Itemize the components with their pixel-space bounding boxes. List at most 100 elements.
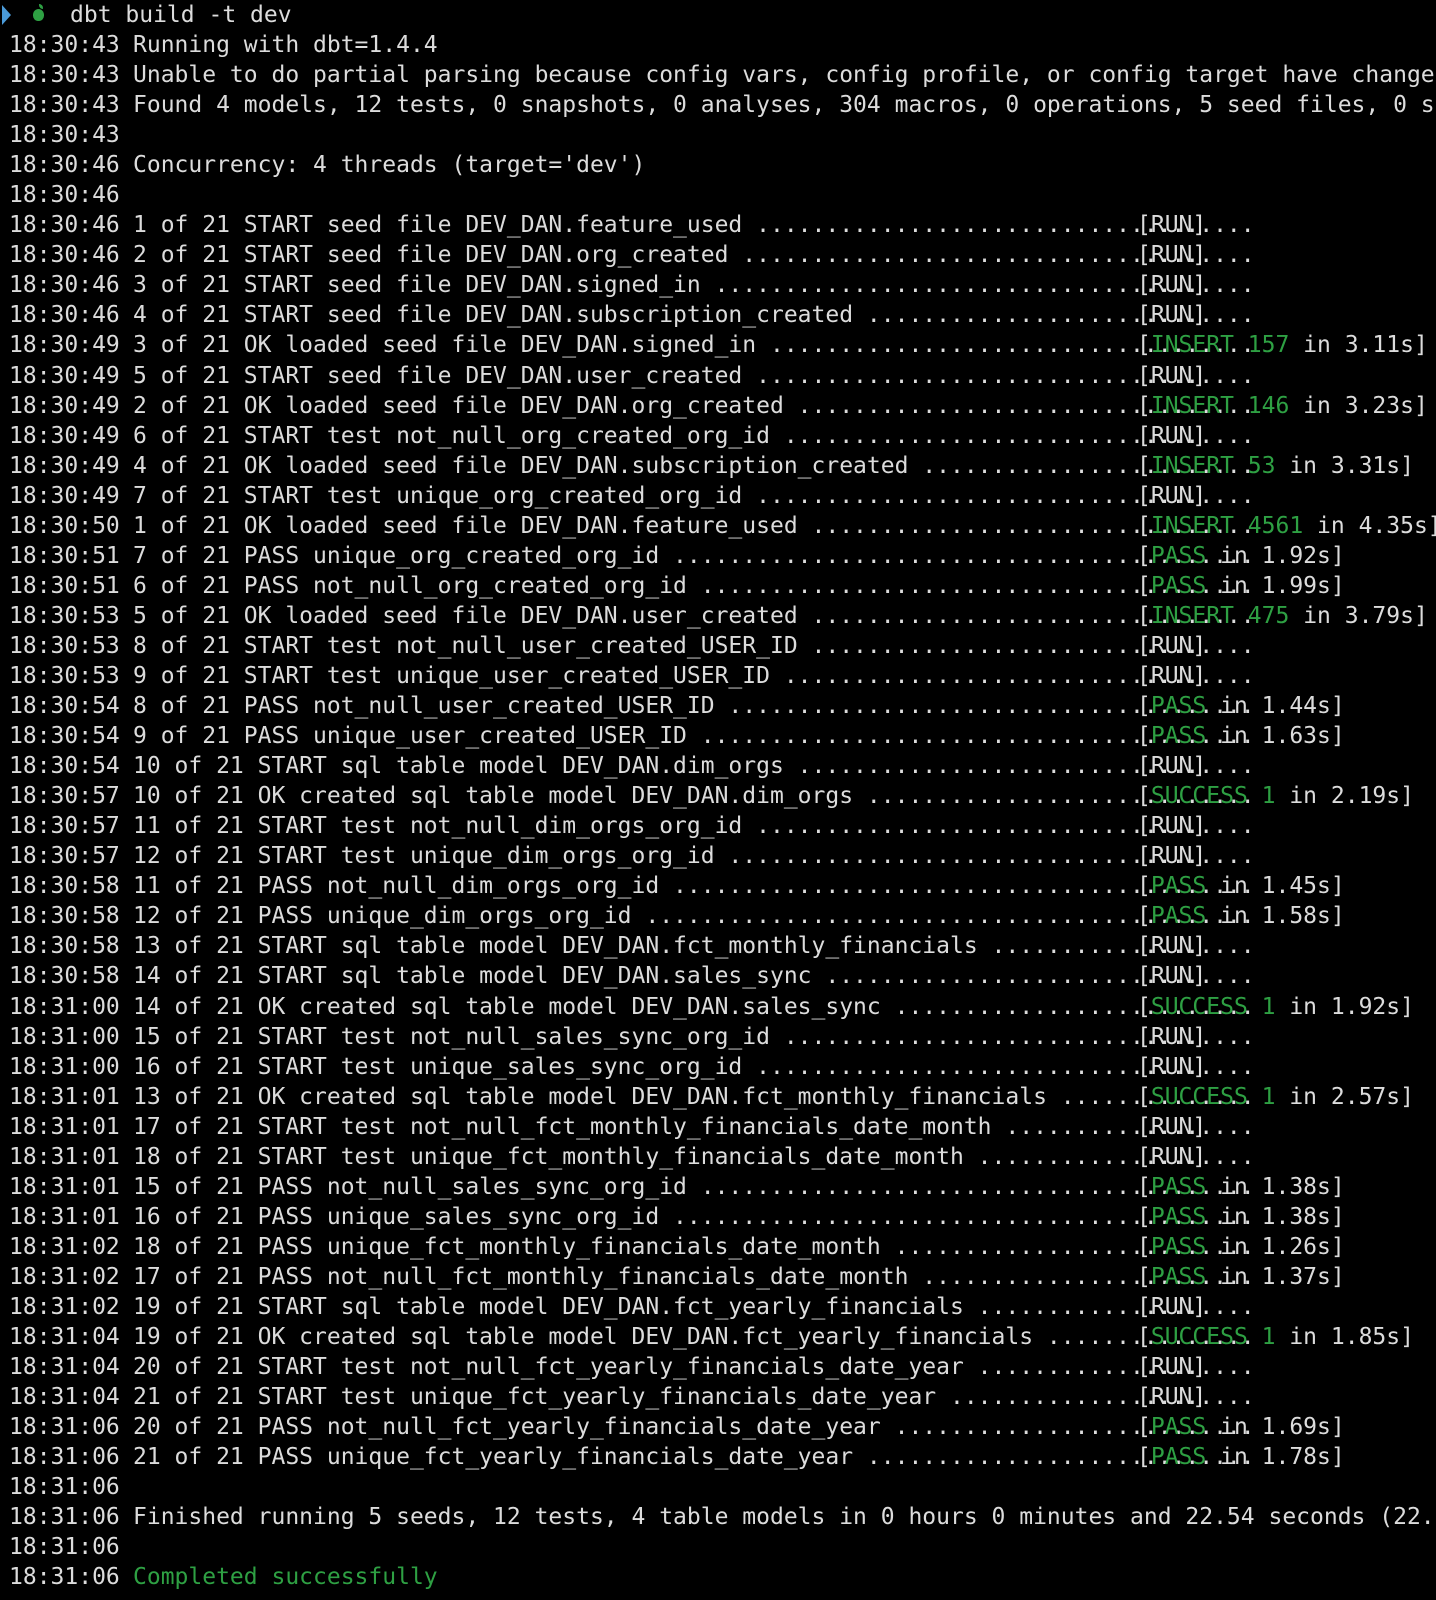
status-bracket: [: [1137, 1324, 1151, 1351]
status-detail: RUN]: [1150, 632, 1207, 659]
log-timestamp: 18:31:02: [9, 1263, 120, 1290]
status-bracket: [: [1137, 512, 1151, 539]
log-timestamp: 18:30:46: [9, 212, 120, 239]
log-message: 10 of 21 OK created sql table model DEV_…: [133, 783, 1255, 810]
log-timestamp: 18:30:49: [9, 362, 120, 389]
status-detail: RUN]: [1150, 1354, 1207, 1381]
log-message: 9 of 21 START test unique_user_created_U…: [133, 662, 1255, 689]
log-timestamp: 18:30:58: [9, 903, 120, 930]
log-timestamp: 18:31:06: [9, 1474, 120, 1501]
log-status: [RUN]: [1137, 811, 1206, 841]
status-detail: RUN]: [1150, 272, 1207, 299]
log-timestamp: 18:31:06: [9, 1534, 120, 1561]
log-line: 18:31:06: [0, 1472, 1436, 1502]
status-detail: in 1.44s]: [1206, 693, 1345, 720]
log-line: 18:31:01 15 of 21 PASS not_null_sales_syn…: [0, 1172, 1436, 1202]
log-status: [RUN]: [1137, 961, 1206, 991]
log-timestamp: 18:30:53: [9, 632, 120, 659]
log-timestamp: 18:31:02: [9, 1293, 120, 1320]
log-timestamp: 18:30:54: [9, 753, 120, 780]
log-status: [PASS in 1.45s]: [1137, 871, 1345, 901]
log-timestamp: 18:30:49: [9, 482, 120, 509]
status-result: PASS: [1150, 873, 1207, 900]
status-detail: RUN]: [1150, 362, 1207, 389]
status-bracket: [: [1137, 362, 1151, 389]
status-detail: in 2.19s]: [1275, 783, 1414, 810]
status-detail: RUN]: [1150, 1023, 1207, 1050]
status-bracket: [: [1137, 783, 1151, 810]
log-status: [SUCCESS 1 in 1.92s]: [1137, 992, 1414, 1022]
log-message: 2 of 21 START seed file DEV_DAN.org_crea…: [133, 242, 1255, 269]
log-line: 18:30:49 3 of 21 OK loaded seed file DEV_…: [0, 330, 1436, 360]
log-line: 18:30:54 9 of 21 PASS unique_user_created…: [0, 721, 1436, 751]
log-status: [RUN]: [1137, 300, 1206, 330]
log-timestamp: 18:30:57: [9, 783, 120, 810]
log-message: 11 of 21 PASS not_null_dim_orgs_org_id .…: [133, 873, 1255, 900]
status-result: PASS: [1150, 572, 1207, 599]
status-result: PASS: [1150, 1444, 1207, 1471]
log-message: 16 of 21 PASS unique_sales_sync_org_id .…: [133, 1203, 1255, 1230]
log-line: 18:31:00 14 of 21 OK created sql table mo…: [0, 992, 1436, 1022]
log-timestamp: 18:30:54: [9, 723, 120, 750]
log-timestamp: 18:31:04: [9, 1324, 120, 1351]
log-timestamp: 18:30:49: [9, 452, 120, 479]
log-line: 18:30:49 5 of 21 START seed file DEV_DAN.…: [0, 361, 1436, 391]
log-line: 18:31:02 18 of 21 PASS unique_fct_monthly…: [0, 1232, 1436, 1262]
status-bracket: [: [1137, 1023, 1151, 1050]
log-line: 18:30:51 6 of 21 PASS not_null_org_create…: [0, 571, 1436, 601]
log-line: 18:31:02 17 of 21 PASS not_null_fct_month…: [0, 1262, 1436, 1292]
status-bracket: [: [1137, 873, 1151, 900]
log-message: 6 of 21 START test not_null_org_created_…: [133, 422, 1255, 449]
status-bracket: [: [1137, 302, 1151, 329]
status-detail: in 1.92s]: [1206, 542, 1345, 569]
log-timestamp: 18:30:53: [9, 662, 120, 689]
log-message: 20 of 21 START test not_null_fct_yearly_…: [133, 1354, 1255, 1381]
log-line: 18:31:01 16 of 21 PASS unique_sales_sync_…: [0, 1202, 1436, 1232]
log-message: 10 of 21 START sql table model DEV_DAN.d…: [133, 753, 1255, 780]
status-result: SUCCESS 1: [1150, 1324, 1276, 1351]
log-line: 18:30:58 13 of 21 START sql table model D…: [0, 931, 1436, 961]
log-line: 18:31:06 Finished running 5 seeds, 12 tes…: [0, 1502, 1436, 1532]
log-message: Unable to do partial parsing because con…: [133, 62, 1436, 89]
log-message: 19 of 21 START sql table model DEV_DAN.f…: [133, 1293, 1255, 1320]
status-bracket: [: [1137, 1263, 1151, 1290]
log-timestamp: 18:30:54: [9, 693, 120, 720]
status-detail: in 1.45s]: [1206, 873, 1345, 900]
log-timestamp: 18:31:06: [9, 1444, 120, 1471]
log-message: 7 of 21 PASS unique_org_created_org_id .…: [133, 542, 1255, 569]
status-bracket: [: [1137, 572, 1151, 599]
log-timestamp: 18:31:00: [9, 1053, 120, 1080]
status-bracket: [: [1137, 272, 1151, 299]
status-detail: RUN]: [1150, 482, 1207, 509]
status-detail: in 1.58s]: [1206, 903, 1345, 930]
log-status: [RUN]: [1137, 751, 1206, 781]
log-line: 18:31:06 Completed successfully: [0, 1562, 1436, 1592]
status-detail: in 1.69s]: [1206, 1414, 1345, 1441]
status-result: PASS: [1150, 693, 1207, 720]
log-status: [RUN]: [1137, 661, 1206, 691]
log-status: [PASS in 1.58s]: [1137, 901, 1345, 931]
status-detail: RUN]: [1150, 212, 1207, 239]
log-status: [PASS in 1.37s]: [1137, 1262, 1345, 1292]
status-bracket: [: [1137, 1203, 1151, 1230]
log-timestamp: 18:30:43: [9, 122, 120, 149]
log-line: 18:30:49 4 of 21 OK loaded seed file DEV_…: [0, 451, 1436, 481]
log-message: 16 of 21 START test unique_sales_sync_or…: [133, 1053, 1255, 1080]
log-message: Finished running 5 seeds, 12 tests, 4 ta…: [133, 1504, 1436, 1531]
log-status: [RUN]: [1137, 1382, 1206, 1412]
terminal-window[interactable]: dbt build -t dev 18:30:43 Running with db…: [0, 0, 1436, 1600]
log-message: 8 of 21 PASS not_null_user_created_USER_…: [133, 693, 1255, 720]
log-status: [INSERT 475 in 3.79s]: [1137, 601, 1428, 631]
log-timestamp: 18:31:01: [9, 1113, 120, 1140]
log-message: Completed successfully: [133, 1564, 438, 1591]
log-line: 18:30:43 Found 4 models, 12 tests, 0 snap…: [0, 90, 1436, 120]
log-timestamp: 18:30:43: [9, 62, 120, 89]
log-timestamp: 18:31:00: [9, 993, 120, 1020]
status-bracket: [: [1137, 1414, 1151, 1441]
log-timestamp: 18:30:43: [9, 92, 120, 119]
status-result: PASS: [1150, 1203, 1207, 1230]
log-message: 13 of 21 OK created sql table model DEV_…: [133, 1083, 1255, 1110]
log-status: [RUN]: [1137, 210, 1206, 240]
log-message: 6 of 21 PASS not_null_org_created_org_id…: [133, 572, 1255, 599]
log-line: 18:30:53 9 of 21 START test unique_user_c…: [0, 661, 1436, 691]
